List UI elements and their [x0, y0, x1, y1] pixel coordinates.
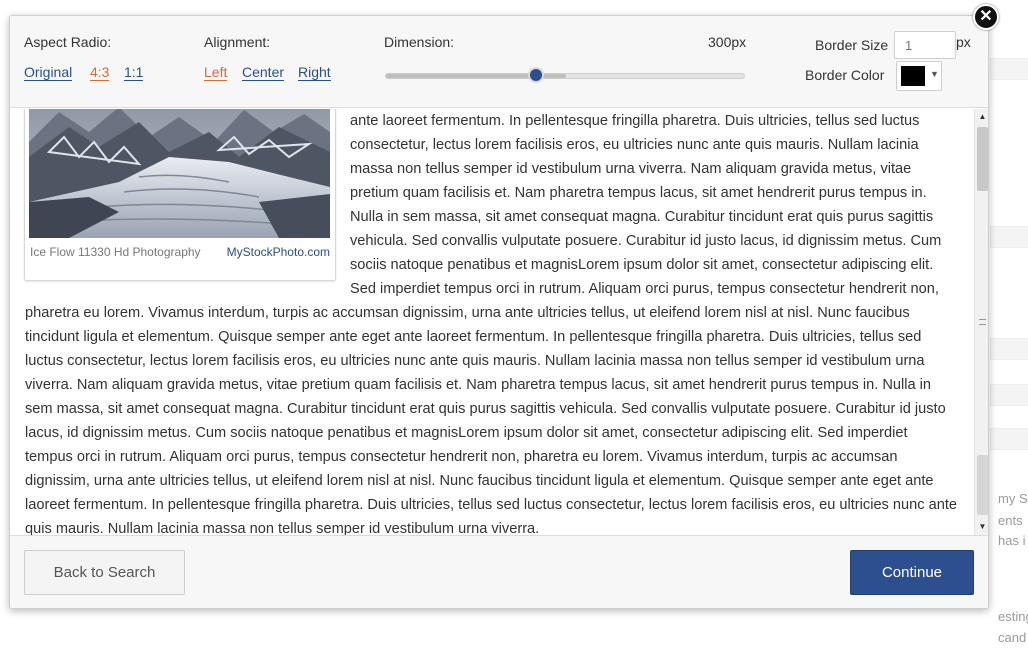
background-text: has i	[998, 533, 1026, 548]
close-icon[interactable]: ✕	[973, 4, 999, 30]
aspect-option-1-1[interactable]: 1:1	[124, 64, 144, 81]
border-color-swatch	[901, 66, 925, 86]
background-row	[990, 428, 1028, 450]
scrollbar-thumb[interactable]	[977, 127, 988, 191]
background-row	[990, 226, 1028, 248]
alignment-option-left[interactable]: Left	[204, 64, 228, 81]
content-scrollbar[interactable]: ▲ ▼	[974, 109, 988, 535]
scrollbar-grip	[979, 319, 986, 325]
modal-footer: Back to Search Continue	[10, 535, 988, 608]
background-text: esting	[998, 609, 1028, 624]
preview-content: Ice Flow 11330 Hd Photography MyStockPho…	[10, 109, 974, 535]
dimension-value: 300px	[708, 34, 747, 50]
border-size-label: Border Size	[815, 37, 889, 53]
continue-button[interactable]: Continue	[850, 550, 974, 595]
background-page: my S ents has i esting cand	[990, 0, 1028, 654]
chevron-down-icon: ▼	[930, 69, 939, 79]
dimension-slider-track[interactable]	[385, 73, 745, 79]
alignment-option-center[interactable]: Center	[242, 64, 285, 81]
border-size-unit: px	[956, 34, 971, 50]
alignment-option-right[interactable]: Right	[298, 64, 331, 81]
border-size-input[interactable]	[894, 31, 956, 59]
background-row	[990, 58, 1028, 80]
aspect-option-4-3[interactable]: 4:3	[90, 64, 110, 81]
scrollbar-lower-region	[977, 455, 988, 515]
background-text: my S	[998, 491, 1028, 506]
back-to-search-button[interactable]: Back to Search	[24, 550, 185, 595]
scroll-down-arrow-icon[interactable]: ▼	[977, 521, 988, 533]
image-toolbar: Aspect Radio: Original 4:3 1:1 Alignment…	[10, 16, 988, 108]
alignment-label: Alignment:	[204, 34, 271, 50]
aspect-ratio-label: Aspect Radio:	[24, 34, 112, 50]
dimension-label: Dimension:	[384, 34, 455, 50]
background-text: cand	[998, 630, 1027, 645]
dimension-slider-handle[interactable]	[528, 67, 544, 83]
figure-spacer	[25, 109, 350, 301]
image-settings-modal: Aspect Radio: Original 4:3 1:1 Alignment…	[9, 15, 989, 609]
border-color-label: Border Color	[805, 67, 885, 83]
border-color-picker[interactable]: ▼	[896, 61, 942, 91]
scroll-up-arrow-icon[interactable]: ▲	[977, 111, 988, 123]
background-row	[990, 384, 1028, 406]
article-body: ante laoreet fermentum. In pellentesque …	[25, 109, 959, 535]
aspect-option-original[interactable]: Original	[24, 64, 73, 81]
background-text: ents	[998, 513, 1023, 528]
background-row	[990, 338, 1028, 360]
